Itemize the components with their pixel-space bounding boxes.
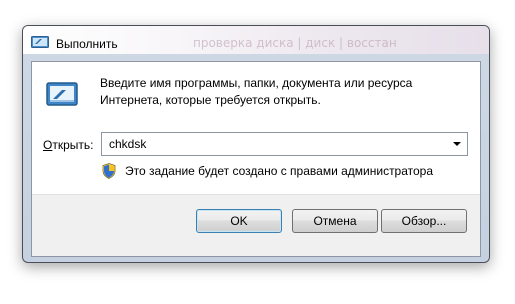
open-label-text: ткрыть:: [52, 138, 94, 152]
uac-shield-icon: [102, 163, 116, 179]
dialog-description: Введите имя программы, папки, документа …: [100, 76, 413, 107]
background-window-text: проверка диска | диск | восстан: [193, 36, 397, 50]
ok-button[interactable]: OK: [196, 209, 282, 233]
title-bar[interactable]: Выполнить проверка диска | диск | восста…: [23, 26, 489, 54]
button-bar: OK Отмена Обзор...: [32, 194, 480, 256]
open-combobox[interactable]: chkdsk: [101, 132, 468, 156]
dialog-body: Введите имя программы, папки, документа …: [31, 61, 481, 257]
browse-button[interactable]: Обзор...: [381, 209, 467, 233]
run-dialog-window: Выполнить проверка диска | диск | восста…: [22, 25, 490, 263]
admin-note: Это задание будет создано с правами адми…: [125, 164, 434, 178]
open-label-mnemonic: О: [43, 138, 53, 152]
window-title: Выполнить: [56, 37, 118, 51]
run-icon: [31, 36, 49, 48]
open-label: Открыть:: [43, 138, 93, 152]
chevron-down-icon[interactable]: [453, 142, 461, 146]
run-icon: [46, 82, 78, 106]
open-input[interactable]: chkdsk: [109, 137, 146, 151]
cancel-button[interactable]: Отмена: [292, 209, 378, 233]
